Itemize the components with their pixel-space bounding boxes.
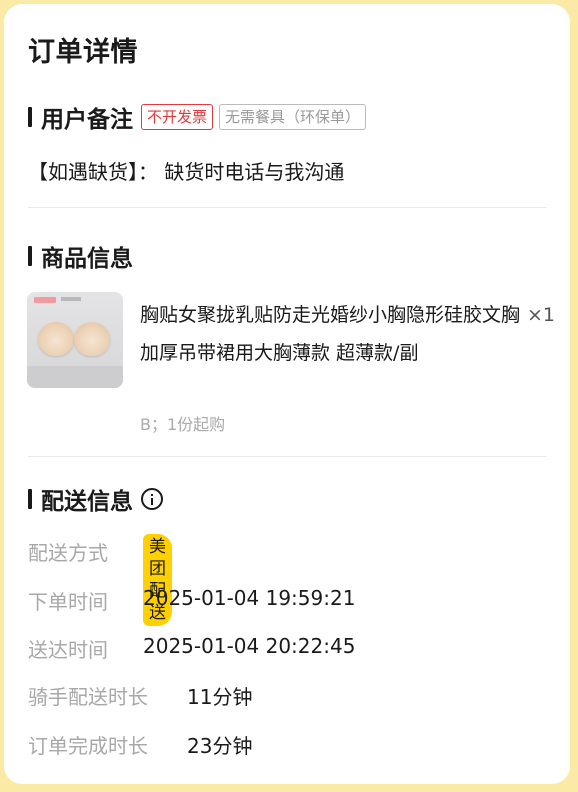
delivery-info-section-title: 配送信息 — [28, 482, 163, 516]
product-image-shelf — [27, 366, 123, 388]
section-marker — [28, 107, 32, 127]
order-completion-value: 23分钟 — [187, 734, 253, 758]
remark-text: 【如遇缺货】： 缺货时电话与我沟通 — [28, 160, 345, 184]
product-image[interactable] — [27, 292, 123, 388]
rider-duration-label: 骑手配送时长 — [28, 685, 148, 709]
product-spec: B；1份起购 — [140, 415, 226, 434]
arrival-time-label: 送达时间 — [28, 638, 108, 662]
order-detail-card: 订单详情 用户备注 不开发票 无需餐具（环保单） 【如遇缺货】： 缺货时电话与我… — [4, 4, 570, 784]
product-info-section-title: 商品信息 — [28, 239, 133, 273]
divider — [28, 456, 546, 457]
rider-duration-value: 11分钟 — [187, 685, 253, 709]
product-quantity: ×1 — [527, 304, 556, 326]
product-image-cup-right — [74, 322, 110, 356]
product-info-title: 商品信息 — [41, 246, 133, 272]
order-time-value: 2025-01-04 19:59:21 — [143, 586, 356, 610]
arrival-time-value: 2025-01-04 20:22:45 — [143, 634, 356, 658]
no-invoice-tag: 不开发票 — [141, 104, 214, 130]
product-name[interactable]: 胸贴女聚拢乳贴防走光婚纱小胸隐形硅胶文胸加厚吊带裙用大胸薄款 超薄款/副 — [140, 296, 520, 372]
divider — [28, 207, 546, 208]
product-image-badge — [34, 297, 56, 303]
order-completion-label: 订单完成时长 — [28, 734, 148, 758]
no-tableware-tag: 无需餐具（环保单） — [219, 104, 367, 130]
order-time-label: 下单时间 — [28, 590, 108, 614]
page-title: 订单详情 — [28, 37, 138, 68]
delivery-method-badge: 美团配送 — [143, 534, 172, 626]
delivery-info-title: 配送信息 — [41, 489, 133, 515]
user-remark-section-title: 用户备注 不开发票 无需餐具（环保单） — [28, 100, 367, 134]
section-marker — [28, 246, 32, 266]
product-image-cup-left — [38, 322, 74, 356]
delivery-method-label: 配送方式 — [28, 541, 108, 565]
section-marker — [28, 489, 32, 509]
user-remark-title: 用户备注 — [41, 107, 133, 133]
product-image-caption — [61, 297, 81, 301]
info-icon[interactable] — [141, 488, 163, 510]
